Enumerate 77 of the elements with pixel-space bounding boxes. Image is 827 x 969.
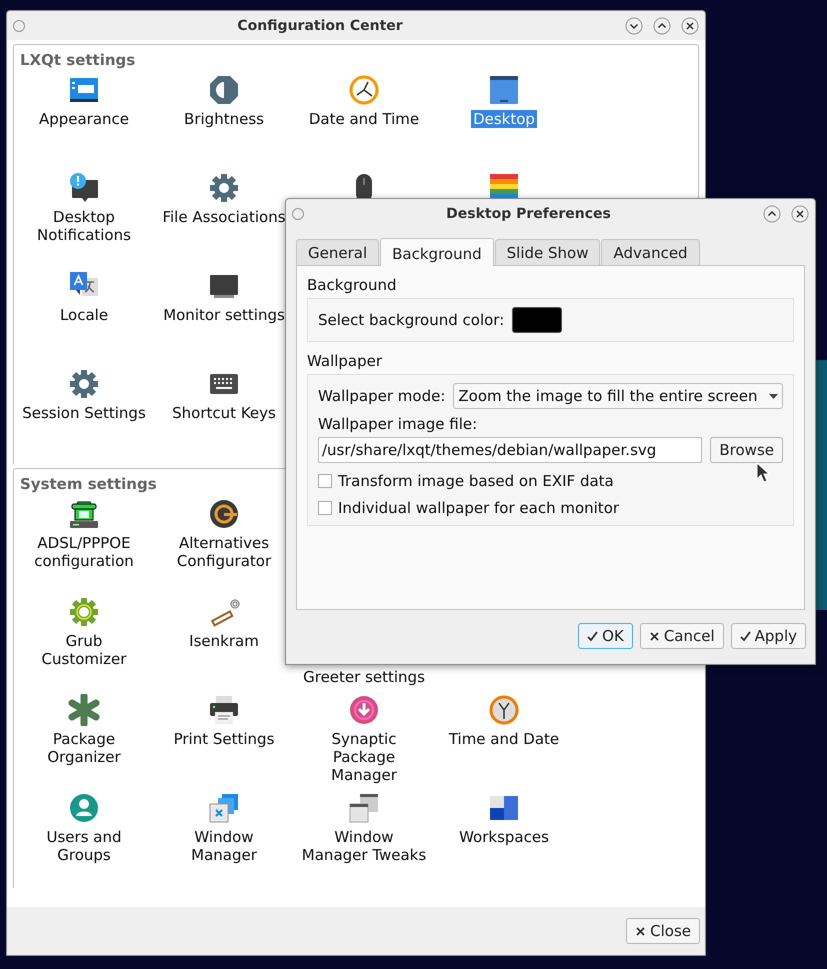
settings-item[interactable]: Desktop bbox=[471, 110, 537, 128]
gear-icon bbox=[208, 172, 240, 204]
tab[interactable]: Advanced bbox=[601, 239, 700, 265]
settings-item[interactable]: Shortcut Keys bbox=[170, 404, 278, 422]
settings-item[interactable]: Brightness bbox=[182, 110, 266, 128]
dialog-button[interactable]: Cancel bbox=[640, 623, 724, 649]
close-icon bbox=[681, 16, 699, 34]
close-icon bbox=[635, 926, 646, 936]
group-title: LXQt settings bbox=[19, 50, 136, 71]
check-icon bbox=[587, 630, 598, 642]
clock-icon bbox=[348, 74, 380, 106]
settings-item[interactable]: Workspaces bbox=[457, 828, 551, 846]
gear-icon bbox=[68, 368, 100, 400]
printer-icon bbox=[208, 694, 240, 726]
desktop-icon bbox=[488, 74, 520, 106]
window-title: Configuration Center bbox=[236, 18, 404, 34]
asterisk-icon bbox=[68, 694, 100, 726]
windows-icon bbox=[348, 792, 380, 824]
dialog-button[interactable]: OK bbox=[578, 623, 633, 649]
settings-item[interactable]: Session Settings bbox=[20, 404, 148, 422]
settings-item[interactable]: Desktop Notifications bbox=[35, 208, 133, 244]
close-button[interactable]: Close bbox=[626, 918, 700, 944]
tab[interactable]: General bbox=[296, 239, 380, 265]
notification-icon bbox=[68, 172, 100, 204]
settings-item[interactable]: Synaptic Package Manager bbox=[329, 730, 399, 784]
window-menu-icon bbox=[292, 208, 304, 220]
file-path-field[interactable]: /usr/share/lxqt/themes/debian/wallpaper.svg bbox=[318, 437, 702, 463]
caret-icon bbox=[769, 394, 778, 398]
user-icon bbox=[68, 792, 100, 824]
settings-item[interactable]: Time and Date bbox=[446, 730, 562, 748]
settings-item[interactable]: File Associations bbox=[160, 208, 288, 226]
clock-icon bbox=[488, 694, 520, 726]
download-icon bbox=[348, 694, 380, 726]
window-menu-icon bbox=[13, 20, 25, 32]
group-title: System settings bbox=[19, 474, 158, 495]
close-icon bbox=[791, 204, 809, 222]
tab[interactable]: Slide Show bbox=[494, 239, 600, 265]
settings-item[interactable]: Locale bbox=[58, 306, 110, 324]
maximize-icon bbox=[653, 16, 671, 34]
checkbox[interactable] bbox=[318, 474, 332, 488]
window-title: Desktop Preferences bbox=[445, 206, 612, 222]
cursor-icon bbox=[756, 462, 769, 483]
settings-item[interactable]: Window Manager Tweaks bbox=[300, 828, 428, 864]
settings-item[interactable]: ADSL/PPPOE configuration bbox=[32, 534, 136, 570]
windows-icon bbox=[208, 792, 240, 824]
field-label: Wallpaper mode: bbox=[318, 387, 446, 405]
field-label: Select background color: bbox=[318, 311, 504, 329]
settings-item[interactable]: Alternatives Configurator bbox=[174, 534, 274, 570]
settings-item[interactable]: Print Settings bbox=[172, 730, 276, 748]
gear-icon bbox=[68, 596, 100, 628]
minimize-icon bbox=[625, 16, 643, 34]
mode-dropdown[interactable]: Zoom the image to fill the entire screen bbox=[453, 383, 783, 409]
settings-item[interactable]: Monitor settings bbox=[161, 306, 287, 324]
settings-item[interactable]: Appearance bbox=[36, 110, 132, 128]
brightness-icon bbox=[208, 74, 240, 106]
field-label: Wallpaper image file: bbox=[318, 415, 478, 433]
group-title: Background bbox=[307, 276, 398, 294]
settings-item[interactable]: Isenkram bbox=[187, 632, 261, 650]
checkbox-label: Transform image based on EXIF data bbox=[338, 472, 614, 490]
dropdown-value: Zoom the image to fill the entire screen bbox=[458, 387, 758, 405]
check-icon bbox=[740, 630, 751, 642]
settings-item[interactable]: Users and Groups bbox=[44, 828, 124, 864]
browse-button[interactable]: Browse bbox=[710, 437, 783, 463]
settings-item[interactable]: Date and Time bbox=[306, 110, 422, 128]
close-icon bbox=[648, 630, 660, 642]
group-title: Wallpaper bbox=[307, 352, 384, 370]
color-swatch[interactable] bbox=[512, 307, 562, 333]
settings-item[interactable]: Window Manager bbox=[189, 828, 259, 864]
settings-item[interactable]: Grub Customizer bbox=[40, 632, 128, 668]
dialog-button[interactable]: Apply bbox=[730, 623, 806, 649]
checkbox-label: Individual wallpaper for each monitor bbox=[338, 499, 620, 517]
settings-item[interactable]: Greeter settings bbox=[301, 668, 427, 686]
maximize-icon bbox=[763, 204, 781, 222]
ring-icon bbox=[208, 498, 240, 530]
checkbox[interactable] bbox=[318, 501, 332, 515]
tab[interactable]: Background bbox=[380, 238, 494, 266]
settings-item[interactable]: Package Organizer bbox=[45, 730, 123, 766]
